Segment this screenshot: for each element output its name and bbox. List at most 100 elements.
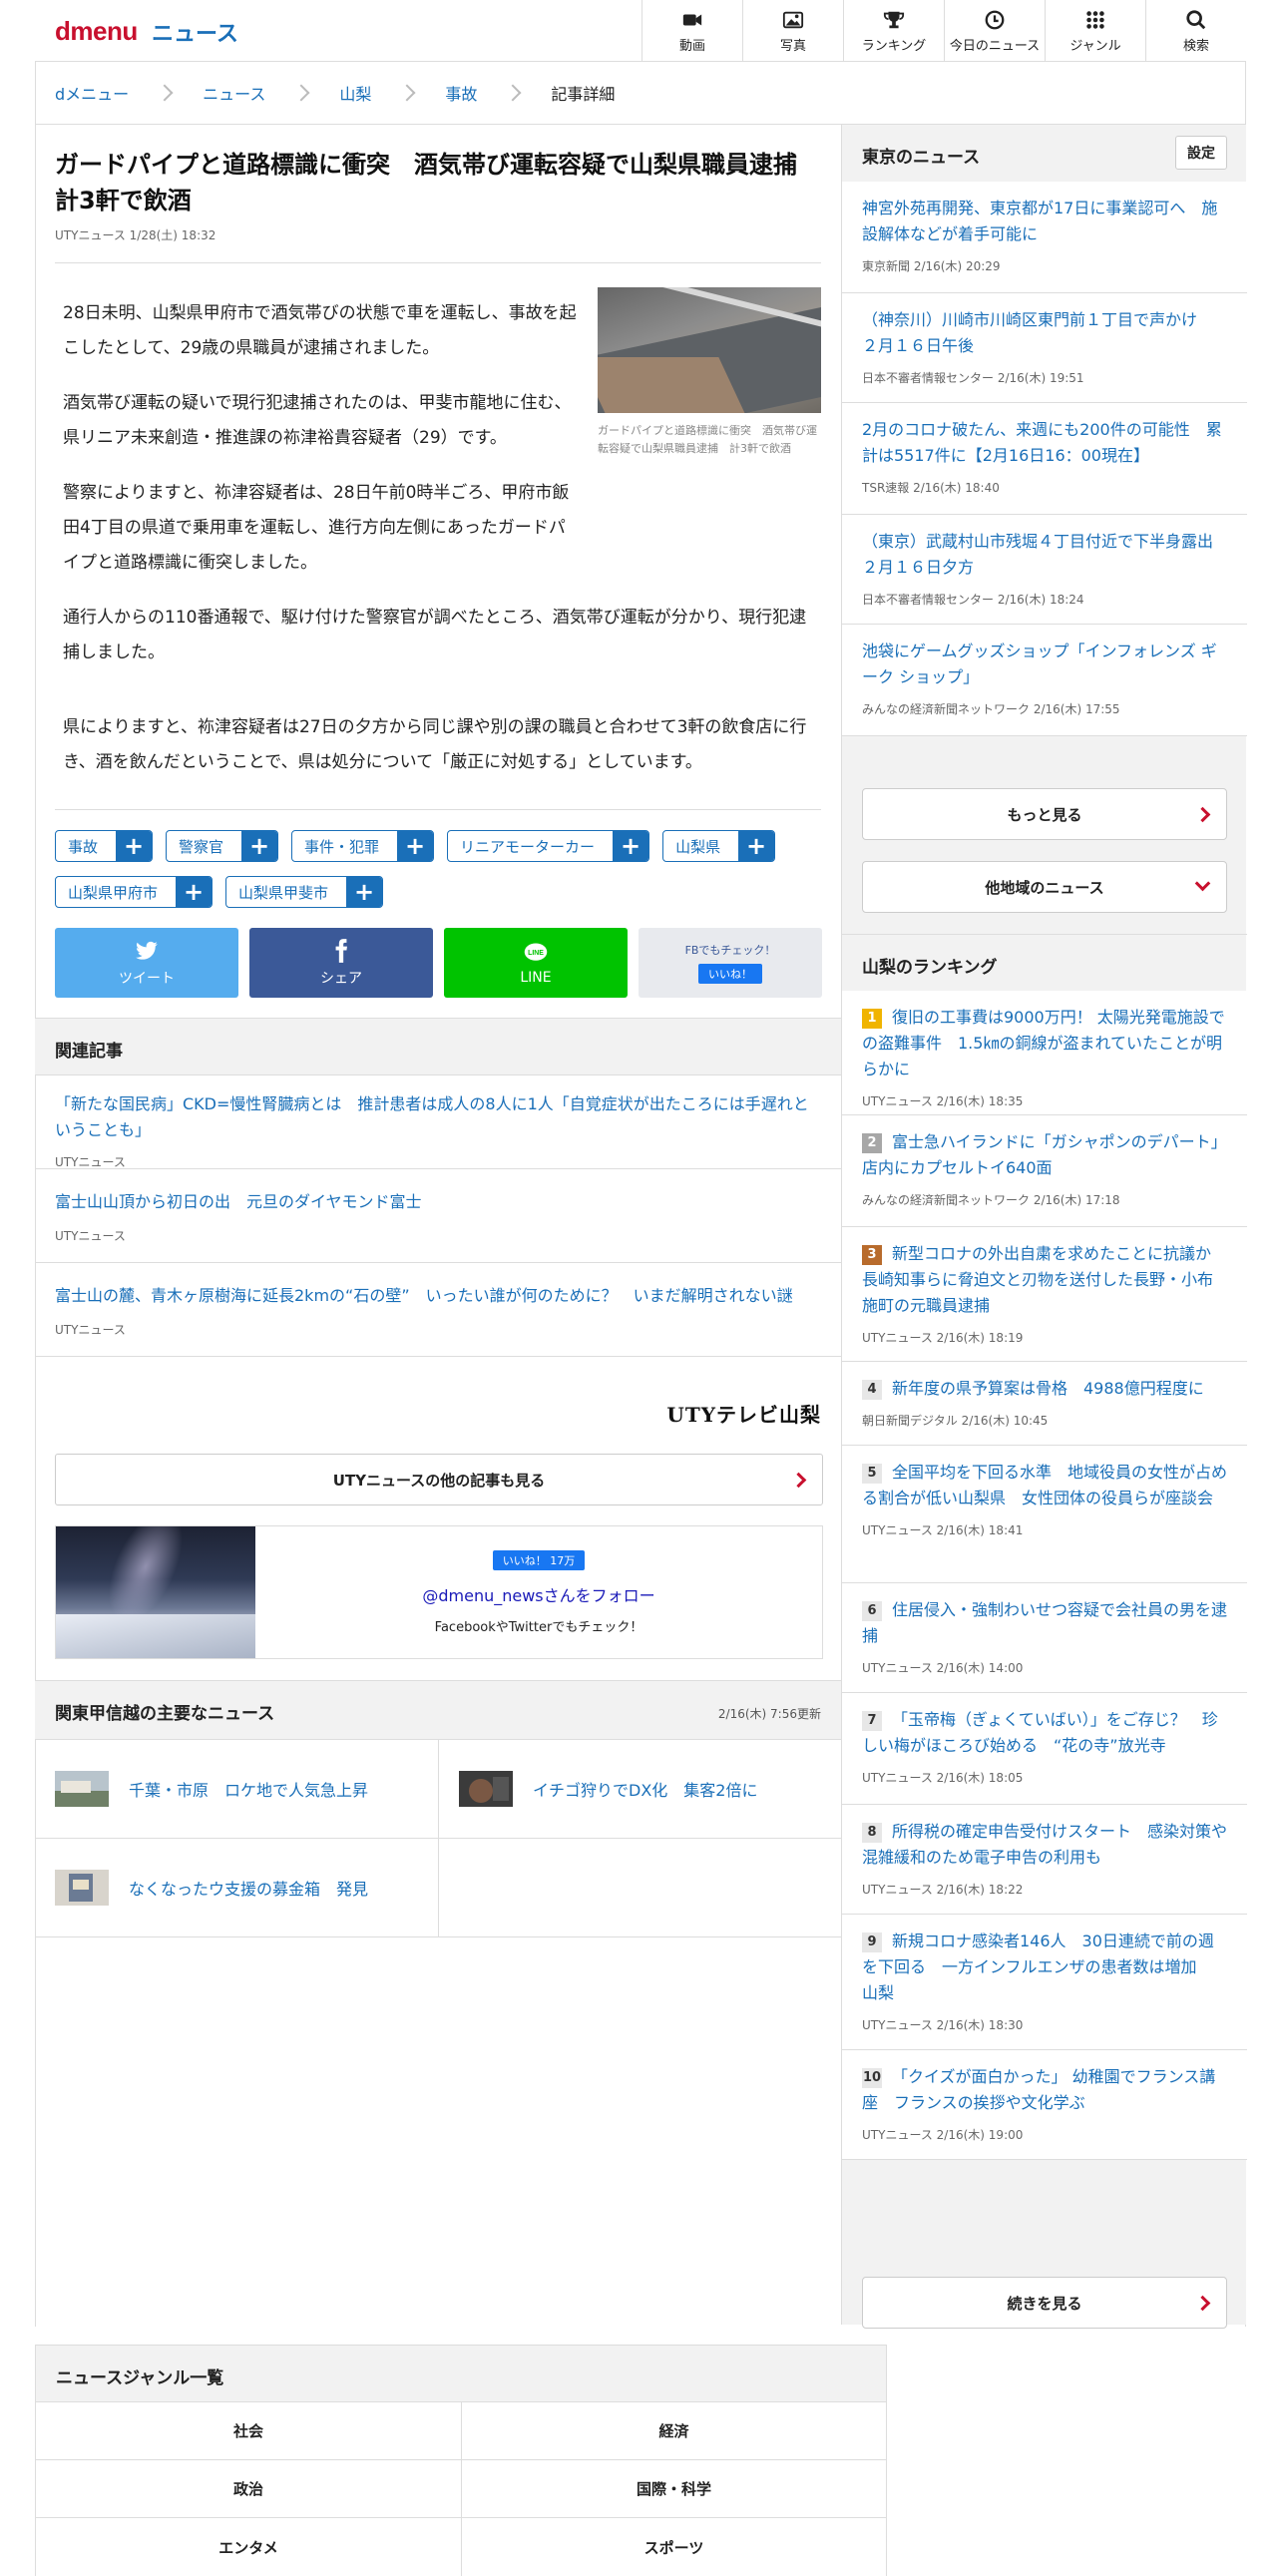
breadcrumb-yamanashi[interactable]: 山梨 [339, 81, 371, 105]
twitter-icon [136, 941, 158, 960]
rank-badge: 1 [862, 1009, 882, 1029]
tag-item[interactable]: 山梨県甲府市 + [55, 876, 214, 908]
nav-label: 動画 [678, 38, 705, 54]
ranking-item[interactable]: 3 新型コロナの外出自粛を求めたことに抗議か 長崎知事らに脅迫文と刃物を送付した長… [842, 1227, 1247, 1362]
article-paragraph: 28日未明、山梨県甲府市で酒気帯びの状態で車を運転し、事故を起こしたとして、29… [63, 303, 577, 358]
tokyo-news-item[interactable]: 2月のコロナ破たん、来週にも200件の可能性 累計は5517件に【2月16日16… [842, 403, 1247, 515]
grid-icon [1086, 10, 1104, 29]
breadcrumb-news[interactable]: ニュース [203, 81, 265, 105]
tokyo-more-button[interactable]: もっと見る [862, 788, 1227, 840]
facebook-check-box: FBでもチェック！ いいね！ [639, 928, 822, 998]
nav-label: 検索 [1182, 38, 1209, 54]
related-item[interactable]: 富士山の麓、青木ヶ原樹海に延長2kmの“石の壁” いったい誰が何のために？ いま… [35, 1263, 841, 1357]
article-paragraph: 通行人からの110番通報で、駆け付けた警察官が調べたところ、酒気帯び運転が分かり… [63, 608, 807, 662]
nav-search[interactable]: 検索 [1145, 0, 1246, 62]
genre-item[interactable]: 社会 [35, 2402, 461, 2460]
genre-item[interactable]: 国際・科学 [461, 2460, 887, 2518]
setting-button[interactable]: 設定 [1175, 136, 1227, 170]
related-item[interactable]: 富士山山頂から初日の出 元旦のダイヤモンド富士 UTYニュース [35, 1169, 841, 1263]
ranking-item[interactable]: 1 復旧の工事費は9000万円！ 太陽光発電施設での盗難事件 1.5㎞の銅線が盗ま… [842, 991, 1247, 1115]
tag-item[interactable]: 山梨県 + [662, 830, 776, 862]
tag-item[interactable]: 事故 + [55, 830, 154, 862]
ranking-item[interactable]: 9 新規コロナ感染者146人 30日連続で前の週を下回る 一方インフルエンザの患者… [842, 1915, 1247, 2050]
chevron-right-icon [1194, 2295, 1211, 2312]
breadcrumb-dmenu[interactable]: dメニュー [55, 81, 129, 105]
tokyo-news-item[interactable]: （神奈川）川崎市川崎区東門前１丁目で声かけ ２月１６日午後 日本不審者情報センター… [842, 293, 1247, 403]
tokyo-news-item[interactable]: （東京）武蔵村山市残堀４丁目付近で下半身露出 ２月１６日夕方 日本不審者情報センタ… [842, 515, 1247, 625]
rank-badge: 8 [862, 1823, 882, 1843]
rank-badge: 10 [862, 2068, 882, 2088]
tokyo-heading: 東京のニュース 設定 [842, 125, 1247, 181]
site-section-title[interactable]: ニュース [152, 16, 238, 48]
ranking-item[interactable]: 4 新年度の県予算案は骨格 4988億円程度に 朝日新聞デジタル 2/16(木) 1… [842, 1362, 1247, 1446]
ranking-item[interactable]: 10 「クイズが面白かった」 幼稚園でフランス講座 フランスの挨拶や文化学ぶ UTY… [842, 2050, 1247, 2160]
tag-item[interactable]: リニアモーターカー + [447, 830, 650, 862]
tag-item[interactable]: 警察官 + [166, 830, 279, 862]
facebook-share-button[interactable]: シェア [249, 928, 433, 998]
other-region-button[interactable]: 他地域のニュース [862, 861, 1227, 913]
genre-item[interactable]: エンタメ [35, 2518, 461, 2576]
fb-like-button[interactable]: いいね！ 17万 [492, 1549, 586, 1570]
tag-list: 事故 + 警察官 + 事件・犯罪 + リニアモーターカー + 山梨県 + 山梨県甲府市 + … [55, 830, 833, 922]
genre-item[interactable]: 政治 [35, 2460, 461, 2518]
nav-video[interactable]: 動画 [641, 0, 742, 62]
kanto-item[interactable]: イチゴ狩りでDX化 集客2倍に [438, 1740, 841, 1839]
nav-today[interactable]: 今日のニュース [944, 0, 1045, 62]
thumbnail [55, 1771, 109, 1807]
nav-photo[interactable]: 写真 [742, 0, 843, 62]
thumbnail [459, 1771, 513, 1807]
kanto-item[interactable]: 千葉・市原 ロケ地で人気急上昇 [35, 1740, 438, 1839]
plus-icon: + [346, 877, 383, 907]
breadcrumb-current: 記事詳細 [551, 85, 616, 104]
line-icon: LINE [524, 943, 548, 961]
fb-like-button[interactable]: いいね！ [698, 964, 762, 984]
ranking-item[interactable]: 7 「玉帝梅（ぎょくていばい）」をご存じ？ 珍しい梅がほころび始める “花の寺”放… [842, 1693, 1247, 1805]
rank-badge: 6 [862, 1601, 882, 1621]
plus-icon: + [397, 831, 434, 861]
provider-more-button[interactable]: UTYニュースの他の記事も見る [55, 1454, 823, 1505]
chevron-right-icon [292, 84, 310, 102]
follow-link[interactable]: @dmenu_newsさんをフォロー [422, 1582, 654, 1606]
nav-label: 今日のニュース [949, 38, 1041, 54]
article-paragraph: 酒気帯び運転の疑いで現行犯逮捕されたのは、甲斐市龍地に住む、県リニア未来創造・推… [63, 393, 572, 448]
divider [55, 809, 821, 810]
breadcrumb: dメニュー ニュース 山梨 事故 記事詳細 [55, 76, 615, 110]
clock-icon [985, 10, 1005, 29]
rank-badge: 3 [862, 1245, 882, 1265]
plus-icon: + [613, 831, 649, 861]
related-item[interactable]: 「新たな国民病」CKD=慢性腎臓病とは 推計患者は成人の8人に1人「自覚症状が出… [35, 1075, 841, 1169]
article-source[interactable]: UTYニュース [55, 228, 126, 242]
tokyo-news-item[interactable]: 池袋にゲームグッズショップ「インフォレンズ ギーク ショップ」 みんなの経済新聞ネ… [842, 625, 1247, 736]
article-meta: UTYニュース 1/28(土) 18:32 [55, 226, 215, 243]
tweet-button[interactable]: ツイート [55, 928, 238, 998]
tag-item[interactable]: 事件・犯罪 + [291, 830, 435, 862]
article-title: ガードパイプと道路標識に衝突 酒気帯び運転容疑で山梨県職員逮捕 計3軒で飲酒 [55, 151, 821, 215]
chevron-right-icon [398, 84, 416, 102]
dmenu-logo[interactable]: dmenu [55, 16, 138, 47]
ranking-item[interactable]: 8 所得税の確定申告受付けスタート 感染対策や混雑緩和のため電子申告の利用も UTY… [842, 1805, 1247, 1915]
tokyo-news-item[interactable]: 神宮外苑再開発、東京都が17日に事業認可へ 施設解体などが着手可能に 東京新聞 2… [842, 182, 1247, 293]
kanto-item[interactable]: なくなったウ支援の募金箱 発見 [35, 1839, 438, 1937]
rank-badge: 5 [862, 1464, 882, 1484]
video-icon [682, 14, 702, 25]
photo-icon [782, 11, 804, 28]
tag-item[interactable]: 山梨県甲斐市 + [225, 876, 384, 908]
breadcrumb-accident[interactable]: 事故 [445, 81, 477, 105]
nav-genre[interactable]: ジャンル [1045, 0, 1145, 62]
ranking-heading: 山梨のランキング [842, 934, 1247, 990]
chevron-down-icon [1194, 875, 1211, 892]
uty-logo[interactable]: UTYテレビ山梨 [666, 1399, 821, 1428]
ranking-more-button[interactable]: 続きを見る [862, 2277, 1227, 2329]
ranking-item[interactable]: 6 住居侵入・強制わいせつ容疑で会社員の男を逮捕 UTYニュース 2/16(木) 1… [842, 1583, 1247, 1693]
follow-subtext: FacebookやTwitterでもチェック！ [434, 1619, 643, 1635]
follow-image [56, 1526, 255, 1658]
nav-label: ランキング [861, 38, 927, 54]
genre-item[interactable]: スポーツ [461, 2518, 887, 2576]
genre-item[interactable]: 経済 [461, 2402, 887, 2460]
article-body: 28日未明、山梨県甲府市で酒気帯びの状態で車を運転し、事故を起こしたとして、29… [63, 296, 821, 800]
line-share-button[interactable]: LINE LINE [444, 928, 628, 998]
ranking-item[interactable]: 2 富士急ハイランドに「ガシャポンのデパート」 店内にカプセルトイ640面 みんなの… [842, 1115, 1247, 1227]
nav-ranking[interactable]: ランキング [843, 0, 944, 62]
plus-icon: + [176, 877, 213, 907]
ranking-item[interactable]: 5 全国平均を下回る水準 地域役員の女性が占める割合が低い山梨県 女性団体の役員ら… [842, 1446, 1247, 1583]
